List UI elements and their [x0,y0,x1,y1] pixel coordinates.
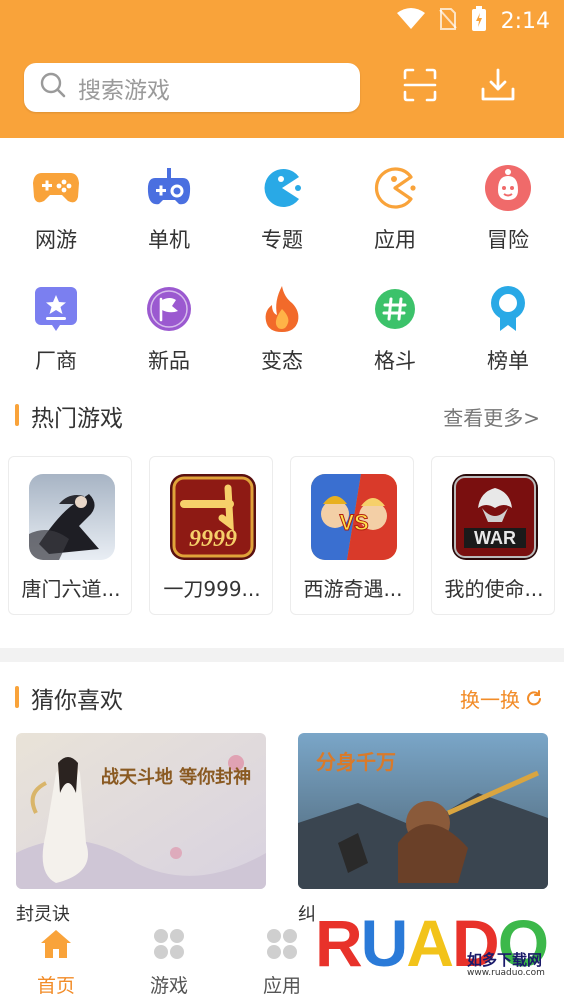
hashtag-icon [369,283,421,335]
nav-label: 应用 [262,975,301,997]
category-label: 新品 [148,349,190,373]
search-placeholder: 搜索游戏 [78,76,170,103]
scan-icon [403,68,437,107]
wifi-icon [396,8,425,35]
category-label: 冒险 [487,228,529,252]
no-sim-icon [438,7,457,36]
game-yidao-icon: 9999 [170,474,256,560]
hot-game-card[interactable]: 9999 一刀999... [149,456,273,615]
banner-text: 分身千万 [316,750,396,774]
game-name: 我的使命... [444,577,544,601]
game-xiyou-icon: VS [311,474,397,560]
section-title: 热门游戏 [31,406,123,432]
section-accent-bar [15,686,19,708]
category-item-gedou[interactable]: 格斗 [350,283,440,375]
category-item-maoxian[interactable]: 冒险 [463,162,553,254]
view-more-link[interactable]: 查看更多> [443,402,540,431]
game-name: 一刀999... [163,577,261,601]
search-icon [40,72,66,103]
category-label: 专题 [261,228,303,252]
star-board-icon [30,283,82,335]
scan-button[interactable] [402,68,438,106]
category-label: 格斗 [374,349,416,373]
gamepad-icon [30,162,82,214]
category-item-biantai[interactable]: 变态 [237,283,327,375]
category-label: 榜单 [487,349,529,373]
section-divider [0,648,564,662]
flame-icon [256,283,308,335]
controller-icon [143,162,195,214]
section-title: 猜你喜欢 [31,688,123,714]
download-button[interactable] [480,68,516,106]
nav-label: 游戏 [149,975,188,997]
category-item-yingyong[interactable]: 应用 [350,162,440,254]
recommend-header: 猜你喜欢 换一换 [0,680,564,714]
download-icon [480,67,516,108]
mascot-icon [482,162,534,214]
nav-label: 首页 [36,975,75,997]
watermark-subtitle: 如多下载网 [467,951,543,969]
game-name: 唐门六道... [21,577,121,601]
hot-game-card[interactable]: VS 西游奇遇... [290,456,414,615]
svg-text:VS: VS [339,510,368,535]
grid-icon [152,928,186,965]
apps-icon [265,928,299,965]
banner-text: 战天斗地 等你封神 [101,766,251,788]
nav-apps[interactable]: 应用 [242,928,322,998]
home-icon [39,928,73,965]
section-accent-bar [15,404,19,426]
battery-icon [471,6,487,37]
status-bar: 2:14 [0,0,564,38]
status-time: 2:14 [500,9,550,34]
category-label: 网游 [35,228,77,252]
pacman-outline-icon [369,162,421,214]
category-item-xinpin[interactable]: 新品 [124,283,214,375]
category-label: 厂商 [35,349,77,373]
watermark-logo: RUADO 如多下载网 www.ruaduo.com [315,905,555,1000]
watermark-url: www.ruaduo.com [467,968,545,978]
search-input[interactable]: 搜索游戏 [24,63,360,112]
refresh-button[interactable]: 换一换 [460,684,542,713]
refresh-label: 换一换 [460,688,520,712]
hot-games-header: 热门游戏 查看更多> [0,398,564,432]
trophy-icon [482,283,534,335]
nav-games[interactable]: 游戏 [129,928,209,998]
nav-home[interactable]: 首页 [16,928,96,998]
category-item-bangdan[interactable]: 榜单 [463,283,553,375]
game-name: 西游奇遇... [303,577,403,601]
recommend-banner[interactable]: 战天斗地 等你封神 [16,733,266,889]
game-war-icon: WAR [452,474,538,560]
game-tangmen-icon [29,474,115,560]
svg-text:WAR: WAR [474,528,516,548]
category-label: 变态 [261,349,303,373]
recommend-banner[interactable]: 分身千万 [298,733,548,889]
svg-text:9999: 9999 [189,526,237,552]
hot-game-card[interactable]: WAR 我的使命... [431,456,555,615]
category-item-zhuanti[interactable]: 专题 [237,162,327,254]
category-item-changshang[interactable]: 厂商 [11,283,101,375]
pacman-icon [256,162,308,214]
category-item-wangyou[interactable]: 网游 [11,162,101,254]
flag-icon [143,283,195,335]
category-label: 单机 [148,228,190,252]
category-label: 应用 [374,228,416,252]
hot-game-card[interactable]: 唐门六道... [8,456,132,615]
top-header: 2:14 搜索游戏 [0,0,564,138]
refresh-icon [526,687,542,711]
category-item-danji[interactable]: 单机 [124,162,214,254]
